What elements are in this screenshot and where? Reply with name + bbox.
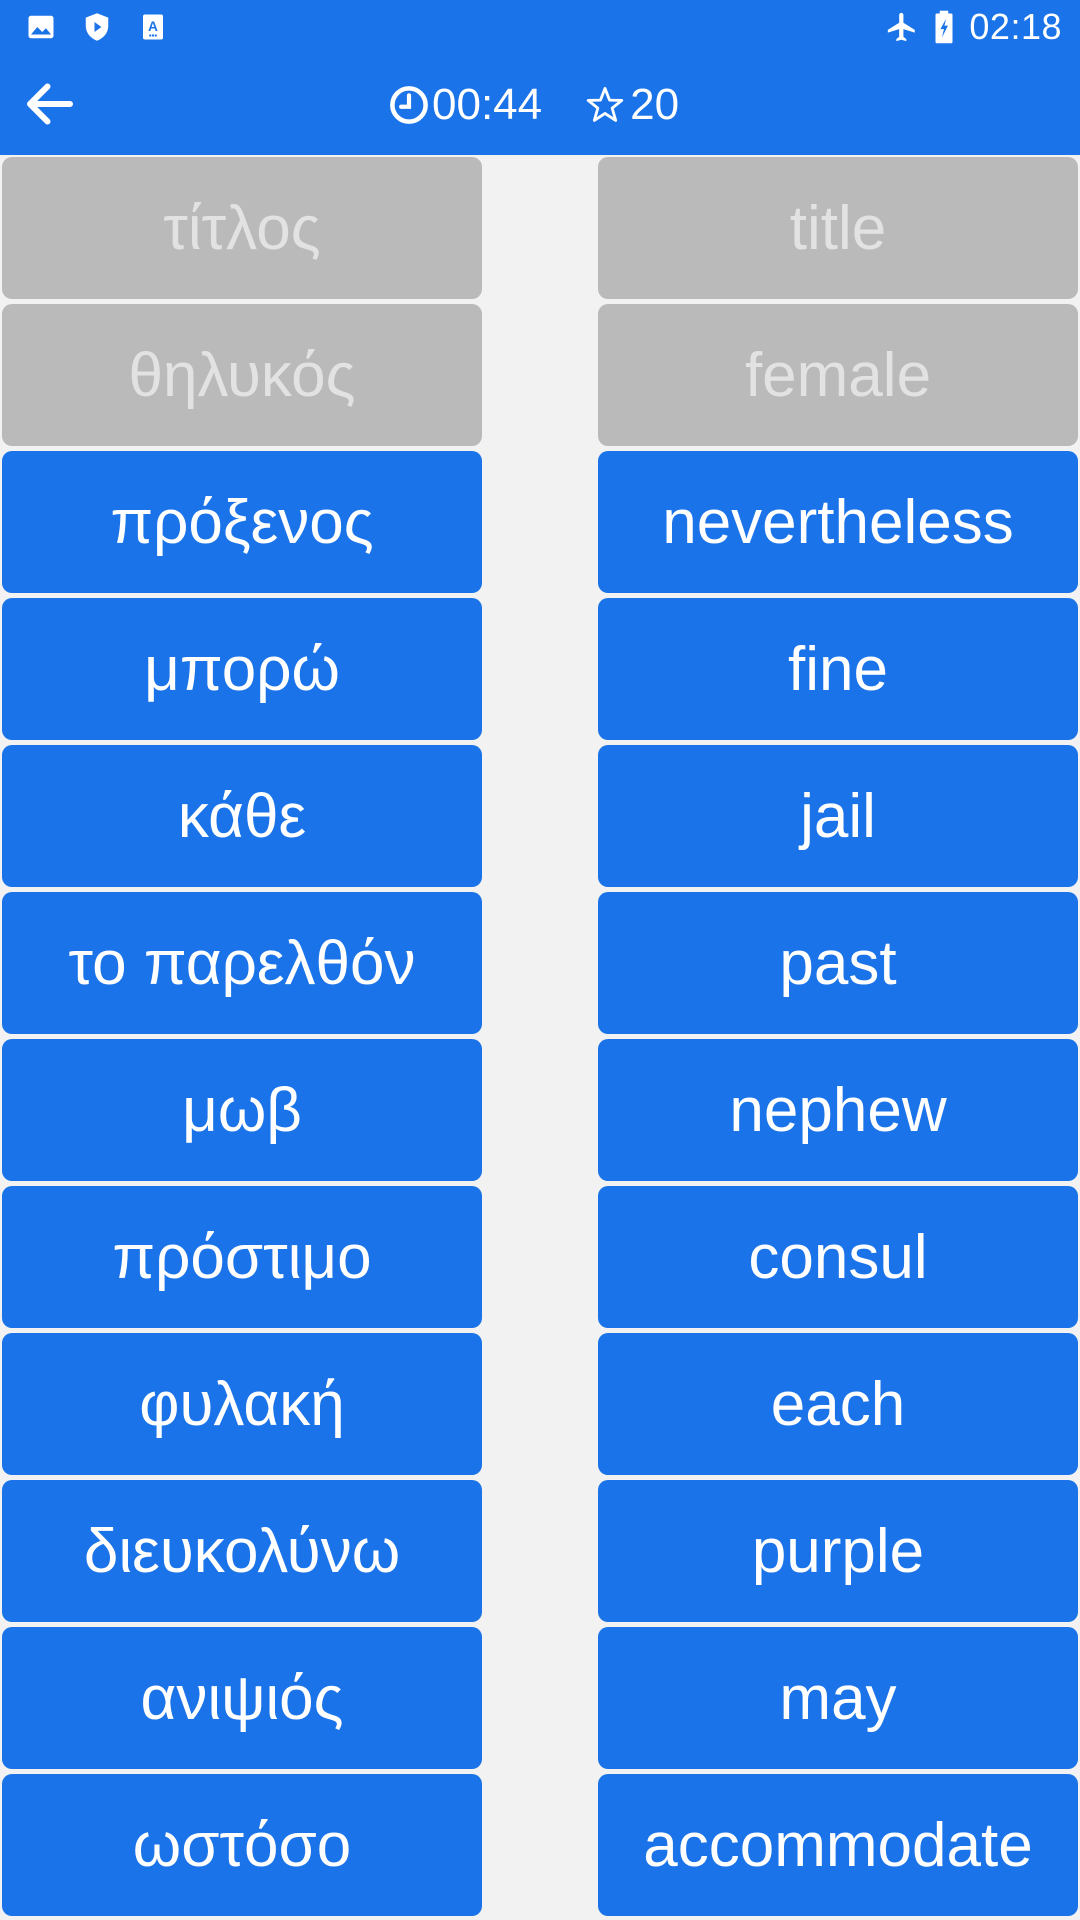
clock-icon — [390, 86, 428, 124]
english-word-tile[interactable]: consul — [598, 1186, 1078, 1328]
back-button[interactable] — [18, 72, 82, 136]
word-match-grid: τίτλος title θηλυκός female πρόξενος neverthe… — [0, 157, 1080, 1920]
greek-word-tile[interactable]: το παρελθόν — [2, 892, 482, 1034]
airplane-mode-icon — [885, 10, 919, 44]
word-pair-row: πρόξενος nevertheless — [0, 451, 1080, 598]
word-pair-row: πρόστιμο consul — [0, 1186, 1080, 1333]
greek-word-tile: θηλυκός — [2, 304, 482, 446]
english-word-tile: title — [598, 157, 1078, 299]
word-pair-row: κάθε jail — [0, 745, 1080, 892]
greek-word-tile[interactable]: ανιψιός — [2, 1627, 482, 1769]
english-word-tile[interactable]: each — [598, 1333, 1078, 1475]
english-word-tile[interactable]: purple — [598, 1480, 1078, 1622]
english-word-tile[interactable]: fine — [598, 598, 1078, 740]
score-value: 20 — [630, 80, 680, 129]
english-word-tile[interactable]: may — [598, 1627, 1078, 1769]
score: 20 — [584, 80, 679, 130]
image-icon — [26, 12, 56, 42]
english-word-tile[interactable]: nephew — [598, 1039, 1078, 1181]
word-pair-row: φυλακή each — [0, 1333, 1080, 1480]
word-pair-row: μπορώ fine — [0, 598, 1080, 745]
game-stats: 00:44 20 — [388, 80, 679, 130]
word-pair-row: το παρελθόν past — [0, 892, 1080, 1039]
timer-value: 00:44 — [432, 80, 543, 129]
timer: 00:44 — [388, 80, 542, 130]
status-left-icons: A — [26, 12, 168, 42]
word-pair-row: τίτλος title — [0, 157, 1080, 304]
app-header: A 02:18 00:44 20 — [0, 0, 1080, 155]
english-word-tile[interactable]: past — [598, 892, 1078, 1034]
english-word-tile[interactable]: nevertheless — [598, 451, 1078, 593]
status-time: 02:18 — [969, 6, 1062, 47]
svg-text:A: A — [148, 19, 158, 34]
word-pair-row: θηλυκός female — [0, 304, 1080, 451]
greek-word-tile[interactable]: διευκολύνω — [2, 1480, 482, 1622]
word-pair-row: διευκολύνω purple — [0, 1480, 1080, 1627]
greek-word-tile[interactable]: μωβ — [2, 1039, 482, 1181]
word-pair-row: ωστόσο accommodate — [0, 1774, 1080, 1920]
greek-word-tile[interactable]: φυλακή — [2, 1333, 482, 1475]
star-outline-icon — [586, 86, 624, 122]
status-bar: A 02:18 — [0, 0, 1080, 52]
greek-word-tile[interactable]: ωστόσο — [2, 1774, 482, 1916]
english-word-tile: female — [598, 304, 1078, 446]
english-word-tile[interactable]: accommodate — [598, 1774, 1078, 1916]
status-right: 02:18 — [885, 6, 1062, 48]
arrow-left-icon — [27, 83, 73, 125]
word-pair-row: ανιψιός may — [0, 1627, 1080, 1774]
battery-charging-icon — [933, 10, 955, 44]
greek-word-tile: τίτλος — [2, 157, 482, 299]
english-word-tile[interactable]: jail — [598, 745, 1078, 887]
greek-word-tile[interactable]: κάθε — [2, 745, 482, 887]
accessibility-icon: A — [138, 12, 168, 42]
greek-word-tile[interactable]: μπορώ — [2, 598, 482, 740]
play-protect-icon — [82, 12, 112, 42]
greek-word-tile[interactable]: πρόστιμο — [2, 1186, 482, 1328]
word-pair-row: μωβ nephew — [0, 1039, 1080, 1186]
toolbar: 00:44 20 — [0, 52, 1080, 155]
greek-word-tile[interactable]: πρόξενος — [2, 451, 482, 593]
